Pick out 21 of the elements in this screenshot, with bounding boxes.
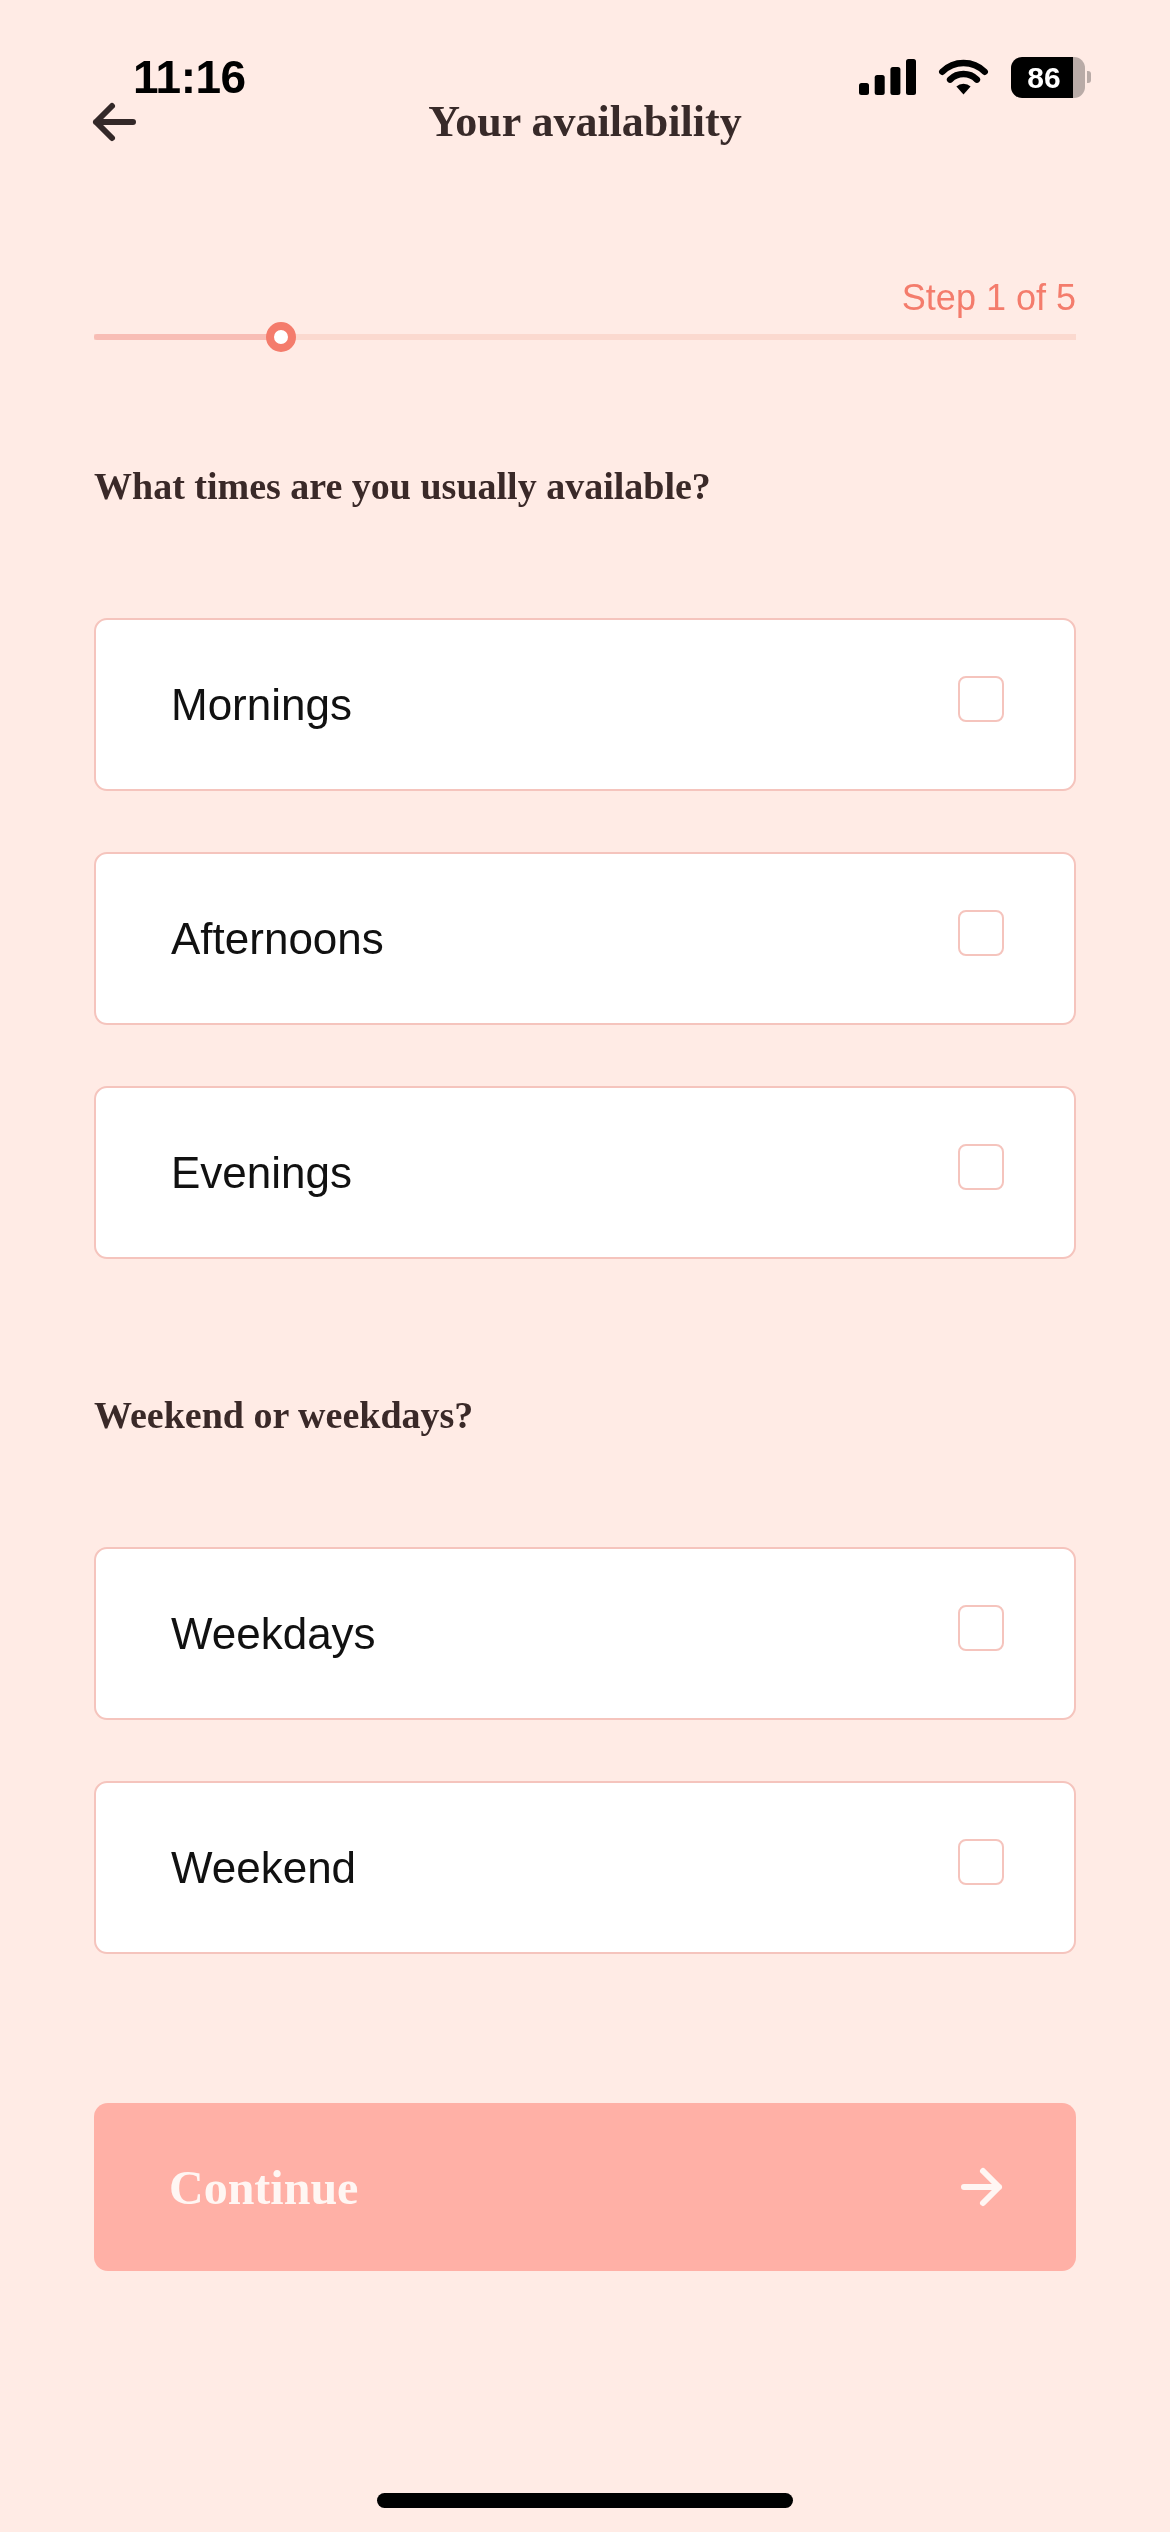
- back-arrow-icon: [91, 101, 137, 143]
- battery-indicator: 86: [1011, 56, 1091, 98]
- option-card[interactable]: Afternoons: [94, 852, 1076, 1025]
- checkbox[interactable]: [958, 1838, 1004, 1885]
- checkbox[interactable]: [958, 675, 1004, 722]
- status-time: 11:16: [133, 54, 246, 100]
- back-button[interactable]: [91, 101, 137, 143]
- arrow-right-icon: [960, 2165, 1004, 2209]
- question-heading: What times are you usually available?: [94, 464, 711, 509]
- option-card[interactable]: Weekdays: [94, 1547, 1076, 1720]
- wifi-icon: [938, 59, 989, 95]
- option-card[interactable]: Evenings: [94, 1086, 1076, 1259]
- option-card[interactable]: Weekend: [94, 1781, 1076, 1954]
- step-label: Step 1 of 5: [901, 278, 1076, 318]
- page-title: Your availability: [428, 100, 742, 144]
- checkbox[interactable]: [958, 1604, 1004, 1651]
- option-card[interactable]: Mornings: [94, 618, 1076, 791]
- checkbox[interactable]: [958, 1143, 1004, 1190]
- question-heading: Weekend or weekdays?: [94, 1393, 474, 1438]
- signal-icon: [859, 59, 916, 95]
- checkbox[interactable]: [958, 909, 1004, 956]
